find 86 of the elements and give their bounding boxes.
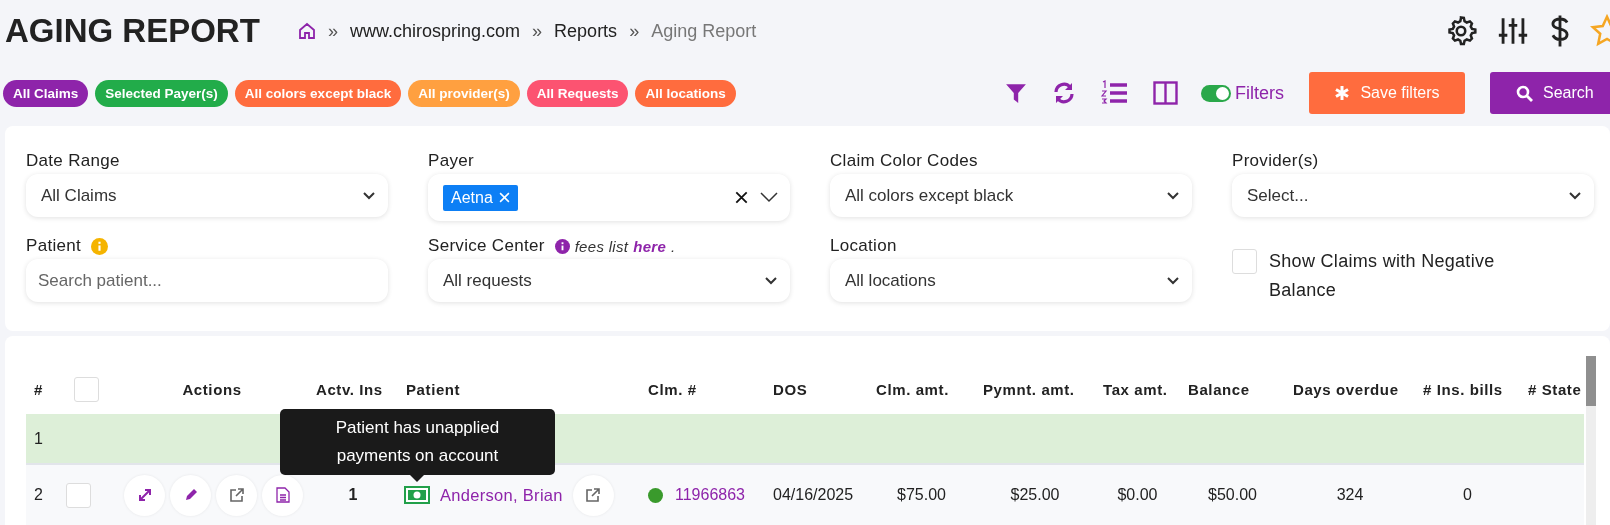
scrollbar[interactable] [1586, 356, 1596, 525]
table-cell-text: $50.00 [1207, 486, 1258, 504]
info-icon [554, 238, 570, 254]
table-cell-text: 1 [347, 486, 359, 504]
expand-icon [137, 488, 152, 502]
column-header: Clm. # [647, 380, 698, 398]
columns-icon[interactable] [1153, 81, 1178, 105]
select-all-checkbox[interactable] [74, 376, 99, 402]
column-header: Pymnt. amt. [982, 380, 1076, 398]
numbered-list-icon[interactable] [1101, 80, 1128, 106]
column-header: Tax amt. [1102, 380, 1169, 398]
checkbox-label: Show Claims with Negative Balance [1269, 250, 1496, 302]
column-header: Actv. Ins [315, 380, 384, 398]
select-field[interactable]: All colors except black [830, 174, 1192, 217]
patient-link[interactable]: Anderson, Brian [440, 485, 563, 505]
column-header: Clm. amt. [875, 380, 950, 398]
checkbox[interactable] [1232, 249, 1257, 274]
chevron-down-icon [1568, 190, 1582, 201]
field-label: Payer [428, 151, 474, 171]
column-header: Balance [1187, 380, 1251, 398]
filters-toggle[interactable]: Filters [1201, 82, 1284, 104]
breadcrumb-item[interactable]: Reports [554, 20, 618, 42]
remove-icon[interactable] [498, 192, 510, 203]
table-cell-text: 04/16/2025 [772, 486, 855, 504]
tooltip: Patient has unapplied payments on account [280, 409, 555, 475]
field-label: Provider(s) [1232, 151, 1319, 171]
table-cell-text: 2 [33, 486, 44, 504]
payer-select[interactable]: Aetna [428, 174, 790, 221]
refresh-icon[interactable] [1052, 81, 1076, 105]
select-field[interactable]: Select... [1232, 174, 1594, 217]
breadcrumb-separator: » [328, 20, 338, 42]
column-header: # [33, 380, 44, 398]
edit-button[interactable] [170, 474, 211, 516]
pencil-icon [183, 488, 198, 502]
table-cell-text: 0 [1462, 486, 1473, 504]
fees-note: fees list here . [554, 237, 676, 255]
chevron-down-icon [764, 275, 778, 286]
field-label: Date Range [26, 151, 120, 171]
asterisk-icon [1334, 85, 1351, 101]
external-link-icon [585, 487, 602, 503]
table-cell-text: $25.00 [1009, 486, 1061, 504]
page-title: AGING REPORT [5, 12, 261, 50]
table-cell-text: 1 [33, 429, 44, 448]
field-label: Patient [26, 236, 82, 256]
breadcrumb-separator: » [629, 20, 640, 42]
search-icon [1516, 84, 1533, 102]
tooltip-arrow [409, 475, 424, 482]
select-field[interactable]: All Claims [26, 174, 388, 217]
claim-link[interactable]: 11966863 [675, 486, 745, 504]
column-header: Actions [181, 380, 243, 398]
chevron-down-icon [1166, 275, 1180, 286]
open-external-button[interactable] [216, 474, 257, 516]
column-header: DOS [772, 380, 809, 398]
column-header: # State [1527, 380, 1583, 398]
table-cell-text: $75.00 [896, 486, 947, 504]
select-field[interactable]: All locations [830, 259, 1192, 302]
row-checkbox[interactable] [66, 482, 91, 508]
table-cell-text: $0.00 [1116, 486, 1159, 504]
filter-chip[interactable]: All Claims [3, 79, 89, 107]
search-button[interactable]: Search [1490, 72, 1610, 114]
chevron-down-icon[interactable] [760, 192, 778, 203]
column-header: Days overdue [1292, 380, 1400, 398]
fees-link[interactable]: here [633, 237, 667, 255]
select-field[interactable]: All requests [428, 259, 790, 302]
breadcrumb-item[interactable]: www.chirospring.com [350, 20, 521, 42]
column-header: Patient [405, 380, 462, 398]
open-external-button[interactable] [572, 474, 614, 516]
column-header: # Ins. bills [1422, 380, 1504, 398]
field-label: Location [830, 236, 897, 256]
clear-icon[interactable] [735, 191, 748, 204]
breadcrumb-item: Aging Report [651, 20, 757, 42]
home-icon[interactable] [298, 22, 316, 40]
field-label: Service Center [428, 236, 545, 256]
payer-tag[interactable]: Aetna [443, 184, 518, 211]
table-cell-text: 324 [1335, 486, 1365, 504]
filter-icon[interactable] [1005, 82, 1027, 104]
external-link-icon [228, 487, 245, 503]
expand-button[interactable] [124, 474, 165, 516]
chevron-down-icon [1166, 190, 1180, 201]
document-icon [275, 487, 290, 503]
patient-search-field[interactable]: Search patient... [26, 259, 388, 302]
document-button[interactable] [262, 474, 303, 516]
field-label: Claim Color Codes [830, 151, 978, 171]
breadcrumb-separator: » [532, 20, 543, 42]
money-icon [404, 486, 430, 504]
chevron-down-icon [362, 190, 376, 201]
